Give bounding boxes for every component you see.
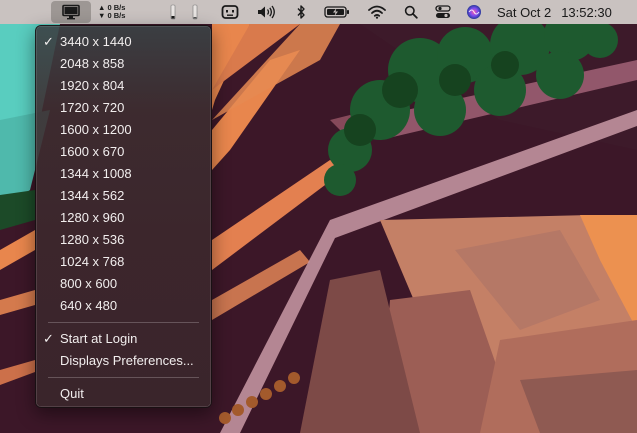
- resolution-label: 1280 x 536: [60, 232, 125, 247]
- resolution-item[interactable]: 1280 x 536: [36, 229, 211, 251]
- resolution-item[interactable]: 1280 x 960: [36, 207, 211, 229]
- control-center-icon[interactable]: [433, 0, 453, 24]
- network-speed-monitor[interactable]: ▲ 0 B/s ▼ 0 B/s: [98, 0, 134, 24]
- displays-preferences-label: Displays Preferences...: [60, 353, 194, 368]
- resolution-label: 3440 x 1440: [60, 34, 132, 49]
- display-menu-button[interactable]: [51, 1, 91, 23]
- battery-charging-icon[interactable]: [324, 0, 350, 24]
- menu-separator: [48, 377, 199, 378]
- resolution-item[interactable]: 800 x 600: [36, 273, 211, 295]
- resolution-label: 1024 x 768: [60, 254, 125, 269]
- menubar-clock[interactable]: Sat Oct 2 13:52:30: [497, 0, 637, 24]
- quit-item[interactable]: Quit: [36, 383, 211, 405]
- resolution-label: 1600 x 1200: [60, 122, 132, 137]
- quit-label: Quit: [60, 386, 84, 401]
- resolution-item[interactable]: 1920 x 804: [36, 75, 211, 97]
- start-at-login-item[interactable]: ✓ Start at Login: [36, 328, 211, 350]
- resolution-label: 1344 x 1008: [60, 166, 132, 181]
- resolution-label: 1280 x 960: [60, 210, 125, 225]
- resolution-label: 800 x 600: [60, 276, 118, 291]
- start-at-login-label: Start at Login: [60, 331, 138, 346]
- bluetooth-icon[interactable]: [293, 0, 309, 24]
- menu-separator: [48, 322, 199, 323]
- spotlight-search-icon[interactable]: [402, 0, 420, 24]
- resolution-item[interactable]: 1344 x 562: [36, 185, 211, 207]
- network-download-speed: ▼ 0 B/s: [98, 11, 126, 20]
- resolution-item[interactable]: 1600 x 670: [36, 141, 211, 163]
- resolution-item[interactable]: ✓ 3440 x 1440: [36, 31, 211, 53]
- checkmark-icon: ✓: [43, 34, 54, 49]
- display-resolution-menu: ✓ Start at Login Displays Preferences...…: [35, 25, 212, 408]
- usage-bar-icon[interactable]: [168, 0, 178, 24]
- resolution-item[interactable]: 1024 x 768: [36, 251, 211, 273]
- volume-icon[interactable]: [256, 0, 278, 24]
- desktop: ▲ 0 B/s ▼ 0 B/s Sat Oct 2 13:52:30 ✓ Sta…: [0, 0, 637, 433]
- resolution-item[interactable]: 2048 x 858: [36, 53, 211, 75]
- siri-icon[interactable]: [465, 0, 483, 24]
- resolution-label: 1720 x 720: [60, 100, 125, 115]
- menu-bar: ▲ 0 B/s ▼ 0 B/s Sat Oct 2 13:52:30: [0, 0, 637, 24]
- resolution-label: 640 x 480: [60, 298, 118, 313]
- runcat-icon[interactable]: [220, 0, 240, 24]
- menubar-time: 13:52:30: [561, 4, 612, 20]
- resolution-item[interactable]: 1344 x 1008: [36, 163, 211, 185]
- resolution-label: 1344 x 562: [60, 188, 125, 203]
- resolution-item[interactable]: 1600 x 1200: [36, 119, 211, 141]
- resolution-label: 1600 x 670: [60, 144, 125, 159]
- resolution-item[interactable]: 1720 x 720: [36, 97, 211, 119]
- resolution-label: 1920 x 804: [60, 78, 125, 93]
- menubar-date: Sat Oct 2: [497, 4, 552, 20]
- checkmark-icon: ✓: [43, 331, 54, 346]
- displays-preferences-item[interactable]: Displays Preferences...: [36, 350, 211, 372]
- usage-bar-icon[interactable]: [190, 0, 200, 24]
- resolution-item[interactable]: 640 x 480: [36, 295, 211, 317]
- wifi-icon[interactable]: [366, 0, 388, 24]
- display-monitor-icon: [62, 4, 80, 20]
- resolution-label: 2048 x 858: [60, 56, 125, 71]
